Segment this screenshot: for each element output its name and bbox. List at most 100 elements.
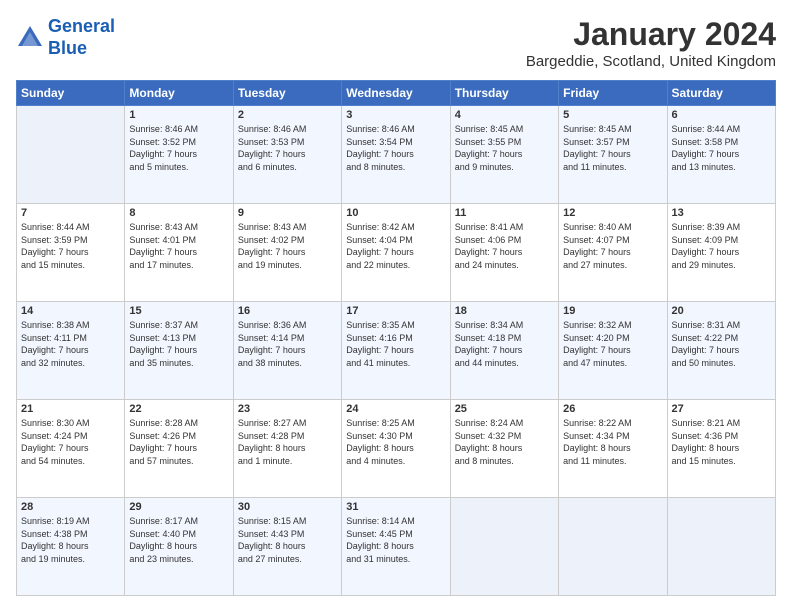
day-info: Sunrise: 8:24 AM Sunset: 4:32 PM Dayligh…: [455, 417, 554, 467]
day-info: Sunrise: 8:43 AM Sunset: 4:01 PM Dayligh…: [129, 221, 228, 271]
day-number: 9: [238, 207, 337, 219]
day-number: 11: [455, 207, 554, 219]
day-number: 6: [672, 109, 771, 121]
day-info: Sunrise: 8:14 AM Sunset: 4:45 PM Dayligh…: [346, 515, 445, 565]
table-row: 14Sunrise: 8:38 AM Sunset: 4:11 PM Dayli…: [17, 302, 125, 400]
day-info: Sunrise: 8:34 AM Sunset: 4:18 PM Dayligh…: [455, 319, 554, 369]
day-info: Sunrise: 8:39 AM Sunset: 4:09 PM Dayligh…: [672, 221, 771, 271]
day-info: Sunrise: 8:25 AM Sunset: 4:30 PM Dayligh…: [346, 417, 445, 467]
day-info: Sunrise: 8:28 AM Sunset: 4:26 PM Dayligh…: [129, 417, 228, 467]
table-row: 9 Sunrise: 8:43 AM Sunset: 4:02 PM Daylig…: [233, 204, 341, 302]
table-row: 26Sunrise: 8:22 AM Sunset: 4:34 PM Dayli…: [559, 400, 667, 498]
day-info: Sunrise: 8:41 AM Sunset: 4:06 PM Dayligh…: [455, 221, 554, 271]
header: General Blue January 2024 Bargeddie, Sco…: [16, 16, 776, 70]
day-number: 28: [21, 501, 120, 513]
day-info: Sunrise: 8:46 AM Sunset: 3:53 PM Dayligh…: [238, 123, 337, 173]
day-number: 31: [346, 501, 445, 513]
table-row: 25Sunrise: 8:24 AM Sunset: 4:32 PM Dayli…: [450, 400, 558, 498]
col-monday: Monday: [125, 81, 233, 106]
table-row: 17 Sunrise: 8:35 AM Sunset: 4:16 PM Dayli…: [342, 302, 450, 400]
page: General Blue January 2024 Bargeddie, Sco…: [0, 0, 792, 612]
day-number: 1: [129, 109, 228, 121]
day-info: Sunrise: 8:32 AM Sunset: 4:20 PM Dayligh…: [563, 319, 662, 369]
day-info: Sunrise: 8:42 AM Sunset: 4:04 PM Dayligh…: [346, 221, 445, 271]
day-info: Sunrise: 8:17 AM Sunset: 4:40 PM Dayligh…: [129, 515, 228, 565]
table-row: 6Sunrise: 8:44 AM Sunset: 3:58 PM Daylig…: [667, 106, 775, 204]
table-row: 4Sunrise: 8:45 AM Sunset: 3:55 PM Daylig…: [450, 106, 558, 204]
day-info: Sunrise: 8:15 AM Sunset: 4:43 PM Dayligh…: [238, 515, 337, 565]
title-block: January 2024 Bargeddie, Scotland, United…: [526, 16, 776, 70]
table-row: 1 Sunrise: 8:46 AM Sunset: 3:52 PM Daylig…: [125, 106, 233, 204]
col-thursday: Thursday: [450, 81, 558, 106]
col-saturday: Saturday: [667, 81, 775, 106]
table-row: [667, 498, 775, 596]
table-row: 29 Sunrise: 8:17 AM Sunset: 4:40 PM Dayli…: [125, 498, 233, 596]
calendar-week-row: 28 Sunrise: 8:19 AM Sunset: 4:38 PM Dayli…: [17, 498, 776, 596]
logo-blue: Blue: [48, 38, 87, 58]
day-info: Sunrise: 8:43 AM Sunset: 4:02 PM Dayligh…: [238, 221, 337, 271]
day-number: 27: [672, 403, 771, 415]
day-info: Sunrise: 8:36 AM Sunset: 4:14 PM Dayligh…: [238, 319, 337, 369]
day-info: Sunrise: 8:37 AM Sunset: 4:13 PM Dayligh…: [129, 319, 228, 369]
day-number: 29: [129, 501, 228, 513]
day-number: 12: [563, 207, 662, 219]
day-number: 10: [346, 207, 445, 219]
day-number: 20: [672, 305, 771, 317]
calendar-week-row: 21Sunrise: 8:30 AM Sunset: 4:24 PM Dayli…: [17, 400, 776, 498]
day-number: 8: [129, 207, 228, 219]
day-info: Sunrise: 8:21 AM Sunset: 4:36 PM Dayligh…: [672, 417, 771, 467]
calendar-header-row: Sunday Monday Tuesday Wednesday Thursday…: [17, 81, 776, 106]
day-number: 4: [455, 109, 554, 121]
day-info: Sunrise: 8:19 AM Sunset: 4:38 PM Dayligh…: [21, 515, 120, 565]
day-info: Sunrise: 8:46 AM Sunset: 3:52 PM Dayligh…: [129, 123, 228, 173]
table-row: 28 Sunrise: 8:19 AM Sunset: 4:38 PM Dayli…: [17, 498, 125, 596]
day-info: Sunrise: 8:44 AM Sunset: 3:59 PM Dayligh…: [21, 221, 120, 271]
table-row: 27 Sunrise: 8:21 AM Sunset: 4:36 PM Dayli…: [667, 400, 775, 498]
day-number: 15: [129, 305, 228, 317]
day-number: 5: [563, 109, 662, 121]
calendar-week-row: 14Sunrise: 8:38 AM Sunset: 4:11 PM Dayli…: [17, 302, 776, 400]
table-row: 10 Sunrise: 8:42 AM Sunset: 4:04 PM Dayli…: [342, 204, 450, 302]
table-row: 7 Sunrise: 8:44 AM Sunset: 3:59 PM Daylig…: [17, 204, 125, 302]
day-info: Sunrise: 8:45 AM Sunset: 3:57 PM Dayligh…: [563, 123, 662, 173]
col-sunday: Sunday: [17, 81, 125, 106]
table-row: 2 Sunrise: 8:46 AM Sunset: 3:53 PM Daylig…: [233, 106, 341, 204]
day-number: 2: [238, 109, 337, 121]
day-info: Sunrise: 8:35 AM Sunset: 4:16 PM Dayligh…: [346, 319, 445, 369]
day-number: 3: [346, 109, 445, 121]
table-row: 20Sunrise: 8:31 AM Sunset: 4:22 PM Dayli…: [667, 302, 775, 400]
logo-icon: [16, 24, 44, 52]
day-number: 24: [346, 403, 445, 415]
col-friday: Friday: [559, 81, 667, 106]
table-row: 19 Sunrise: 8:32 AM Sunset: 4:20 PM Dayli…: [559, 302, 667, 400]
calendar-subtitle: Bargeddie, Scotland, United Kingdom: [526, 53, 776, 70]
day-number: 17: [346, 305, 445, 317]
table-row: 22 Sunrise: 8:28 AM Sunset: 4:26 PM Dayli…: [125, 400, 233, 498]
logo: General Blue: [16, 16, 115, 59]
table-row: 30Sunrise: 8:15 AM Sunset: 4:43 PM Dayli…: [233, 498, 341, 596]
logo-text: General Blue: [48, 16, 115, 59]
logo-general: General: [48, 16, 115, 36]
table-row: 3 Sunrise: 8:46 AM Sunset: 3:54 PM Daylig…: [342, 106, 450, 204]
table-row: 13Sunrise: 8:39 AM Sunset: 4:09 PM Dayli…: [667, 204, 775, 302]
day-number: 18: [455, 305, 554, 317]
table-row: 8 Sunrise: 8:43 AM Sunset: 4:01 PM Daylig…: [125, 204, 233, 302]
day-info: Sunrise: 8:22 AM Sunset: 4:34 PM Dayligh…: [563, 417, 662, 467]
calendar-table: Sunday Monday Tuesday Wednesday Thursday…: [16, 80, 776, 596]
table-row: 24 Sunrise: 8:25 AM Sunset: 4:30 PM Dayli…: [342, 400, 450, 498]
day-number: 7: [21, 207, 120, 219]
table-row: 18 Sunrise: 8:34 AM Sunset: 4:18 PM Dayli…: [450, 302, 558, 400]
day-info: Sunrise: 8:27 AM Sunset: 4:28 PM Dayligh…: [238, 417, 337, 467]
table-row: 15 Sunrise: 8:37 AM Sunset: 4:13 PM Dayli…: [125, 302, 233, 400]
table-row: 12 Sunrise: 8:40 AM Sunset: 4:07 PM Dayli…: [559, 204, 667, 302]
day-info: Sunrise: 8:46 AM Sunset: 3:54 PM Dayligh…: [346, 123, 445, 173]
day-number: 19: [563, 305, 662, 317]
table-row: [450, 498, 558, 596]
calendar-week-row: 7 Sunrise: 8:44 AM Sunset: 3:59 PM Daylig…: [17, 204, 776, 302]
table-row: [559, 498, 667, 596]
day-number: 21: [21, 403, 120, 415]
table-row: 5 Sunrise: 8:45 AM Sunset: 3:57 PM Daylig…: [559, 106, 667, 204]
day-number: 22: [129, 403, 228, 415]
day-info: Sunrise: 8:40 AM Sunset: 4:07 PM Dayligh…: [563, 221, 662, 271]
col-wednesday: Wednesday: [342, 81, 450, 106]
